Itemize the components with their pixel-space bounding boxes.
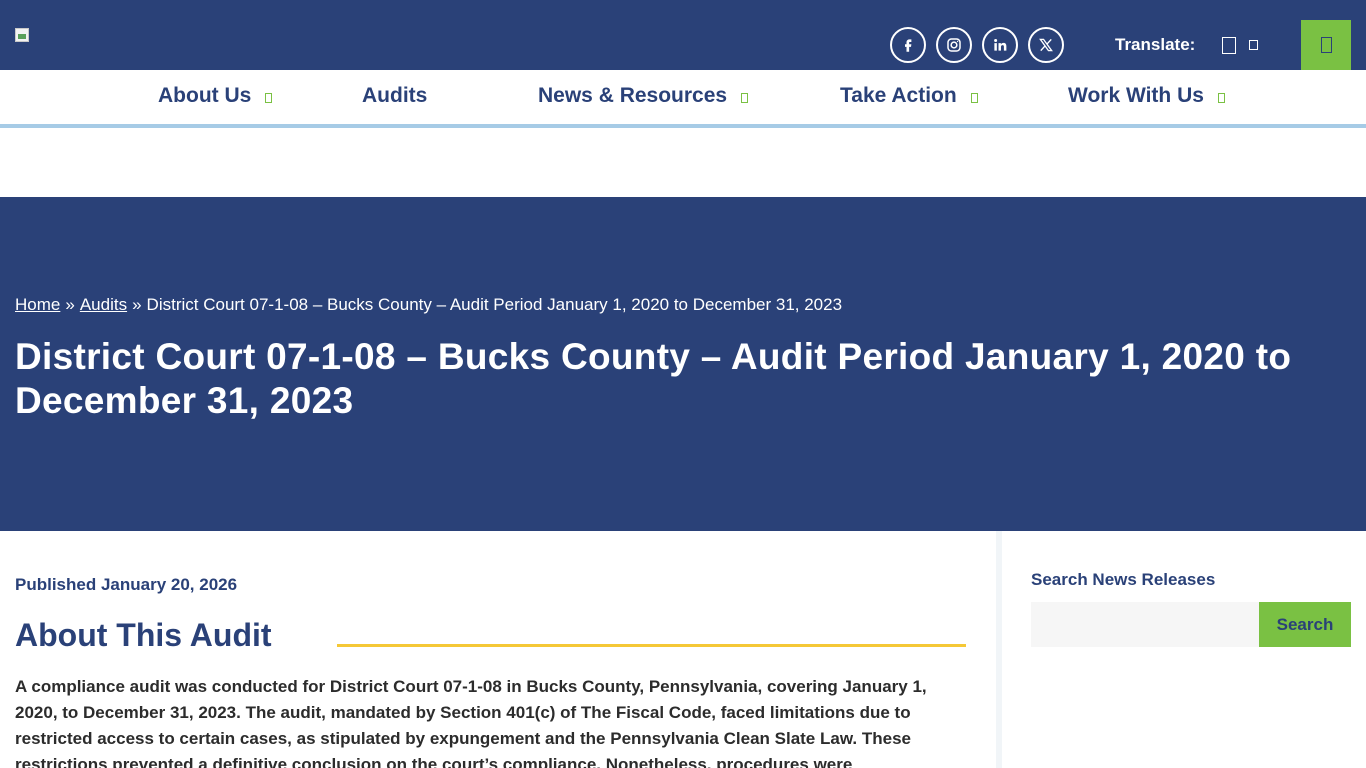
nav-item-work-with-us[interactable]: Work With Us [1068, 84, 1225, 108]
chevron-down-icon [265, 93, 273, 103]
language-select-icon[interactable] [1222, 37, 1236, 54]
facebook-icon[interactable] [890, 27, 926, 63]
main-content: Published January 20, 2026 About This Au… [0, 531, 996, 768]
linkedin-icon[interactable] [982, 27, 1018, 63]
published-date: Published January 20, 2026 [15, 575, 238, 594]
heading-underline [337, 644, 966, 647]
top-bar: Translate: [0, 0, 1366, 70]
nav-item-label: Work With Us [1068, 84, 1204, 107]
site-logo[interactable] [15, 28, 31, 44]
chevron-down-icon[interactable] [1249, 40, 1258, 50]
page-hero: Home» Audits» District Court 07-1-08 – Buc… [0, 197, 1366, 531]
breadcrumb-separator: » [132, 295, 142, 314]
sidebar: Search News Releases Search [1002, 531, 1366, 768]
chevron-down-icon [741, 93, 749, 103]
nav-item-news-resources[interactable]: News & Resources [538, 84, 749, 108]
breadcrumb: Home» Audits» District Court 07-1-08 – Buc… [15, 295, 842, 315]
section-heading: About This Audit [15, 617, 272, 653]
nav-item-label: Take Action [840, 84, 957, 107]
breadcrumb-audits-link[interactable]: Audits [80, 295, 127, 314]
nav-item-audits[interactable]: Audits [362, 84, 427, 108]
nav-item-take-action[interactable]: Take Action [840, 84, 978, 108]
translate-label: Translate: [1115, 35, 1196, 54]
sidebar-title: Search News Releases [1031, 570, 1216, 589]
search-input[interactable] [1031, 602, 1259, 647]
breadcrumb-separator: » [65, 295, 75, 314]
nav-item-about-us[interactable]: About Us [158, 84, 273, 108]
nav-item-label: About Us [158, 84, 252, 107]
nav-item-label: Audits [362, 84, 428, 107]
instagram-icon[interactable] [936, 27, 972, 63]
audit-summary-text: A compliance audit was conducted for Dis… [15, 677, 927, 768]
broken-image-icon [15, 28, 29, 42]
chevron-down-icon [1217, 93, 1225, 103]
chevron-down-icon [970, 93, 978, 103]
x-icon[interactable] [1028, 27, 1064, 63]
menu-icon [1321, 37, 1332, 53]
breadcrumb-current: District Court 07-1-08 – Bucks County – … [146, 295, 843, 314]
search-button[interactable]: Search [1259, 602, 1351, 647]
nav-item-label: News & Resources [538, 84, 728, 107]
main-nav: About Us Audits News & Resources Take Ac… [0, 70, 1366, 128]
menu-button[interactable] [1301, 20, 1351, 70]
breadcrumb-home-link[interactable]: Home [15, 295, 60, 314]
page-title: District Court 07-1-08 – Bucks County – … [15, 336, 1292, 421]
